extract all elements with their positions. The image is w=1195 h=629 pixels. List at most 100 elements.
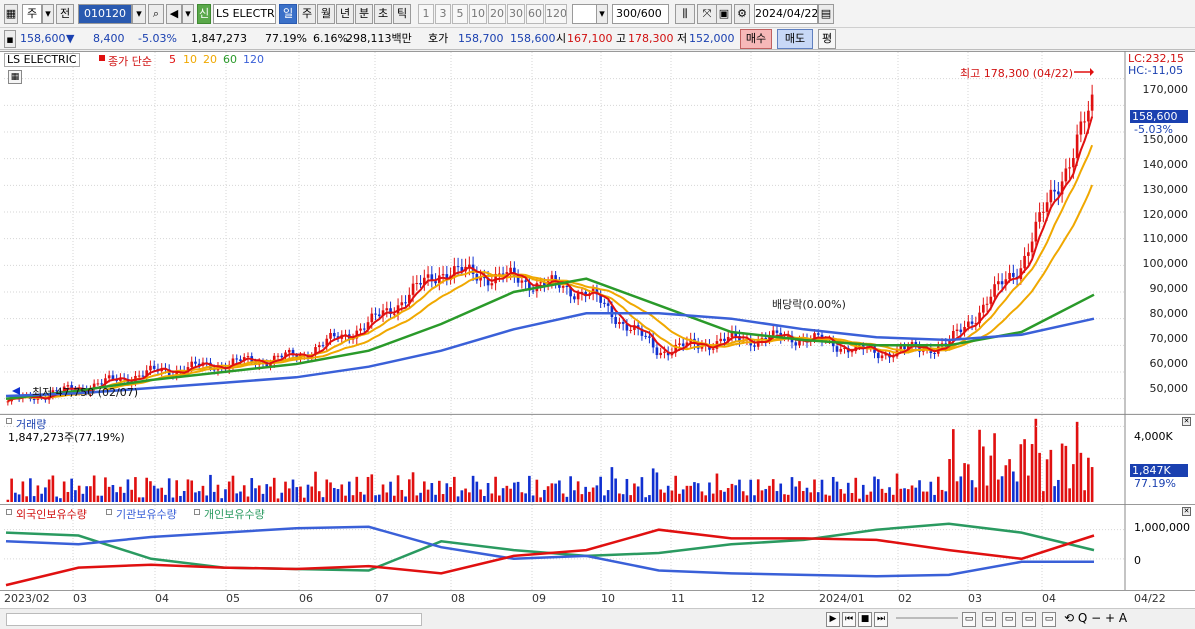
candle-body bbox=[1045, 202, 1049, 212]
volume-bar bbox=[501, 488, 505, 502]
stop-icon[interactable]: ■ bbox=[858, 612, 872, 627]
view-icon-3[interactable]: ▭ bbox=[1002, 612, 1016, 627]
volume-bar bbox=[396, 475, 400, 502]
volume-bar bbox=[302, 497, 306, 502]
candle-body bbox=[899, 346, 903, 349]
x-axis-label: 2024/01 bbox=[819, 592, 865, 605]
candle-body bbox=[576, 292, 580, 300]
volume-bar bbox=[790, 477, 794, 502]
volume-bar bbox=[475, 481, 479, 502]
volume-bar bbox=[974, 487, 978, 502]
view-icon-5[interactable]: ▭ bbox=[1042, 612, 1056, 627]
volume-bar bbox=[903, 488, 906, 502]
chart-canvas[interactable] bbox=[0, 0, 1195, 629]
volume-bar bbox=[224, 489, 227, 502]
volume-bar bbox=[59, 498, 62, 502]
volume-bar bbox=[366, 476, 370, 502]
volume-bar bbox=[464, 488, 467, 502]
volume-bar bbox=[546, 486, 550, 502]
volume-bar bbox=[846, 482, 850, 502]
volume-bar bbox=[1064, 445, 1068, 502]
volume-bar bbox=[239, 491, 242, 502]
volume-bar bbox=[317, 491, 321, 502]
holdings-series-foreign: 외국인보유수량 bbox=[16, 508, 87, 521]
calculator-icon[interactable]: ▦ bbox=[8, 70, 22, 84]
zoom-controls[interactable]: ⟲ Q − + A bbox=[1064, 611, 1127, 625]
volume-bar bbox=[955, 481, 959, 502]
candle-body bbox=[655, 347, 659, 356]
x-axis-label: 10 bbox=[601, 592, 615, 605]
volume-bar bbox=[156, 488, 160, 502]
chart-stock-name[interactable]: LS ELECTRIC bbox=[4, 53, 80, 67]
rewind-icon[interactable]: ⏮ bbox=[842, 612, 856, 627]
volume-bar bbox=[1090, 467, 1094, 502]
candle-body bbox=[1030, 241, 1034, 253]
volume-bar bbox=[513, 482, 516, 502]
fast-forward-icon[interactable]: ⏭ bbox=[874, 612, 888, 627]
volume-bar bbox=[1045, 459, 1049, 502]
volume-bar bbox=[771, 479, 775, 502]
candle-body bbox=[955, 329, 959, 331]
volume-bar bbox=[535, 479, 539, 502]
volume-bar bbox=[453, 476, 456, 502]
volume-bar bbox=[828, 495, 831, 502]
volume-bar bbox=[730, 483, 734, 502]
candle-body bbox=[1079, 121, 1083, 135]
speed-slider[interactable] bbox=[896, 617, 958, 619]
volume-bar bbox=[921, 491, 925, 502]
volume-bar bbox=[910, 485, 914, 502]
volume-bar bbox=[377, 494, 381, 502]
volume-bar bbox=[880, 488, 884, 502]
volume-bar bbox=[344, 495, 347, 502]
volume-bar bbox=[565, 496, 569, 502]
volume-bar bbox=[235, 493, 239, 502]
volume-value: 1,847,273주(77.19%) bbox=[8, 431, 125, 444]
volume-bar bbox=[269, 486, 272, 502]
view-icon-1[interactable]: ▭ bbox=[962, 612, 976, 627]
volume-bar bbox=[137, 497, 141, 502]
scroll-bar: ▶ ⏮ ■ ⏭ ▭ ▭ ▭ ▭ ▭ ⟲ Q − + A bbox=[0, 608, 1195, 629]
candle-body bbox=[606, 303, 610, 306]
x-axis-label: 05 bbox=[226, 592, 240, 605]
volume-bar bbox=[130, 489, 133, 502]
volume-bar bbox=[629, 495, 632, 502]
volume-bar bbox=[621, 494, 625, 502]
volume-bar bbox=[1060, 443, 1064, 502]
volume-bar bbox=[663, 492, 666, 502]
view-icon-4[interactable]: ▭ bbox=[1022, 612, 1036, 627]
candle-body bbox=[970, 321, 974, 324]
volume-bar bbox=[978, 429, 981, 502]
volume-bar bbox=[876, 479, 880, 502]
volume-close-icon[interactable]: ✕ bbox=[1182, 417, 1191, 426]
volume-bar bbox=[704, 495, 708, 502]
price-tick-label: 50,000 bbox=[1149, 381, 1189, 395]
candle-body bbox=[287, 349, 291, 353]
volume-bar bbox=[749, 479, 753, 502]
volume-bar bbox=[486, 483, 490, 502]
volume-bar bbox=[216, 484, 220, 502]
candle-body bbox=[137, 375, 141, 377]
scroll-right-icon[interactable]: ▶ bbox=[826, 612, 840, 627]
scroll-thumb[interactable] bbox=[6, 613, 422, 626]
legend-ma10: 10 bbox=[183, 53, 197, 66]
volume-bar bbox=[227, 481, 231, 502]
view-icon-2[interactable]: ▭ bbox=[982, 612, 996, 627]
volume-bar bbox=[606, 490, 610, 502]
volume-bar bbox=[674, 475, 677, 502]
candle-body bbox=[1034, 221, 1038, 242]
volume-bar bbox=[1057, 479, 1060, 502]
holdings-series-individual: 개인보유수량 bbox=[204, 508, 265, 521]
candle-body bbox=[997, 281, 1000, 285]
candle-body bbox=[404, 302, 407, 304]
candle-body bbox=[663, 351, 666, 353]
candle-body bbox=[276, 355, 280, 357]
volume-bar bbox=[539, 497, 542, 502]
x-axis-label: 12 bbox=[751, 592, 765, 605]
volume-bar bbox=[40, 493, 43, 502]
holdings-close-icon[interactable]: ✕ bbox=[1182, 507, 1191, 516]
candle-body bbox=[876, 352, 880, 359]
volume-bar bbox=[944, 491, 948, 502]
volume-bar bbox=[528, 475, 531, 502]
volume-bar bbox=[561, 493, 565, 502]
candle-body bbox=[509, 267, 512, 273]
